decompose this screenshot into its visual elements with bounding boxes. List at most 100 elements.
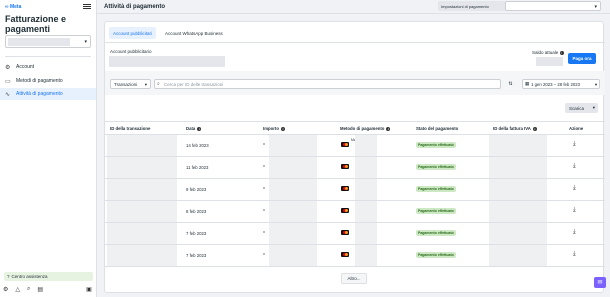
status-badge: Pagamento effettuato [416,230,456,236]
filter-icon[interactable]: ⇅ [505,79,516,89]
info-icon[interactable]: i [559,51,564,55]
tab-ad-accounts[interactable]: Account pubblicitari [109,27,157,39]
column-header[interactable]: Data i [186,126,202,131]
sidebar-item-payment-activity[interactable]: ∿ Attività di pagamento [0,88,96,100]
current-balance-label: Saldo attuale i [532,50,564,55]
mastercard-icon [341,164,349,169]
payment-method-value [355,179,377,200]
tabs-divider [105,42,605,43]
column-header[interactable]: Importo i [263,126,285,131]
amount-value [269,135,317,156]
amount-value [269,223,317,244]
date-cell: 14 feb 2023 [186,143,209,148]
transaction-id-value [107,201,177,222]
info-icon[interactable]: i [197,126,202,131]
bottom-toolbar: ⚙ △ ⌕ ▤ ▣ [3,286,93,294]
transaction-type-select[interactable]: Transazioni ▾ [110,79,151,89]
download-icon[interactable]: ⤓ [573,185,576,192]
search-icon: ⌕ [157,81,160,87]
pay-now-button[interactable]: Paga ora [568,53,596,64]
transaction-type-label: Transazioni [114,81,138,87]
invoice-id-value [489,223,547,244]
status-badge: Pagamento effettuato [416,186,456,192]
payment-method-value [355,201,377,222]
gear-icon: ⚙ [5,64,11,71]
sidebar-item-label: Account [16,64,35,70]
tab-whatsapp-business[interactable]: Account WhatsApp Business [161,27,227,39]
current-balance-value [536,57,563,66]
column-header: Azione [569,126,583,131]
table-row: 7 feb 2023 Pagamento effettuato ⤓ [105,245,605,267]
table-row: 9 feb 2023 Pagamento effettuato ⤓ [105,179,605,201]
sidebar-item-label: Metodi di pagamento [16,78,63,84]
search-input[interactable]: ⌕ Cerca per ID delle transazioni [154,79,501,89]
download-icon[interactable]: ⤓ [573,229,576,236]
mastercard-icon [341,186,349,191]
amount-value [269,245,317,266]
load-more-button[interactable]: Altro... [341,273,367,284]
download-icon[interactable]: ⤓ [573,251,576,258]
bell-icon[interactable]: △ [15,286,20,294]
column-header[interactable]: Metodo di pagamento i [340,126,391,131]
sidebar-item-label: Attività di pagamento [16,91,63,97]
download-icon[interactable]: ⤓ [573,163,576,170]
status-badge: Pagamento effettuato [416,142,456,148]
status-badge: Pagamento effettuato [416,208,456,214]
main-title: Attività di pagamento [104,4,166,10]
info-icon[interactable]: i [386,126,391,131]
column-header[interactable]: ID della fattura IVA i [493,126,537,131]
invoice-id-value [489,201,547,222]
payment-activity-card: Account pubblicitari Account WhatsApp Bu… [104,21,605,293]
amount-marker [263,231,265,233]
download-icon[interactable]: ⤓ [573,141,576,148]
settings-icon[interactable]: ⚙ [3,286,8,294]
chevron-down-icon: ▾ [594,4,597,10]
payment-method-value [355,157,377,178]
account-selector[interactable]: ▾ [5,35,91,48]
download-button[interactable]: Scarica ▾ [565,103,598,113]
help-center-link[interactable]: ? Centro assistenza [4,272,93,281]
table-row: 11 feb 2023 Pagamento effettuato ⤓ [105,157,605,179]
column-header[interactable]: ID della transazione [110,126,150,131]
mastercard-icon [341,142,349,147]
table-row: 8 feb 2023 Pagamento effettuato ⤓ [105,201,605,223]
download-icon[interactable]: ⤓ [573,207,576,214]
amount-marker [263,209,265,211]
invoice-id-value [489,245,547,266]
sidebar-item-payment-methods[interactable]: ▭ Metodi di pagamento [0,75,96,87]
table-header: ID della transazione Data i Importo i Meto… [105,121,605,135]
chevron-down-icon: ▾ [144,82,147,87]
amount-value [269,201,317,222]
column-header[interactable]: Stato del pagamento [416,126,458,131]
mastercard-icon [341,230,349,235]
print-icon[interactable]: ▤ [37,286,43,294]
column-label: Data [186,126,196,131]
transaction-id-value [107,223,177,244]
balance-label-text: Saldo attuale [532,50,559,55]
meta-logo: ∞ Meta [5,4,22,10]
table-row: 14 feb 2023MasterCardPagamento effettuat… [105,135,605,157]
amount-value [269,179,317,200]
status-badge: Pagamento effettuato [416,252,456,258]
amount-marker [263,143,265,145]
card-icon: ▭ [5,78,11,85]
mastercard-icon [341,252,349,257]
sidebar-item-account[interactable]: ⚙ Account [0,61,96,73]
search-placeholder: Cerca per ID delle transazioni [164,81,224,87]
column-label: Metodo di pagamento [340,126,385,131]
hamburger-menu-icon[interactable] [83,3,91,10]
panel-icon[interactable]: ▣ [86,286,92,294]
date-range-select[interactable]: ▦ 1 gen 2023 – 28 feb 2023 ▾ [522,79,600,89]
date-cell: 7 feb 2023 [186,253,207,258]
account-name-placeholder [8,38,70,46]
transaction-id-value [107,245,177,266]
amount-marker [263,187,265,189]
logo-text: Meta [9,4,22,10]
info-icon[interactable]: i [281,126,285,131]
chat-icon[interactable]: ✉ [594,277,606,288]
info-icon[interactable]: i [532,126,537,131]
header-account-select[interactable]: ▾ [505,1,601,11]
search-icon[interactable]: ⌕ [27,286,30,294]
payment-settings-button[interactable]: Impostazioni di pagamento [438,1,506,11]
date-range-label: 1 gen 2023 – 28 feb 2023 [531,81,581,87]
